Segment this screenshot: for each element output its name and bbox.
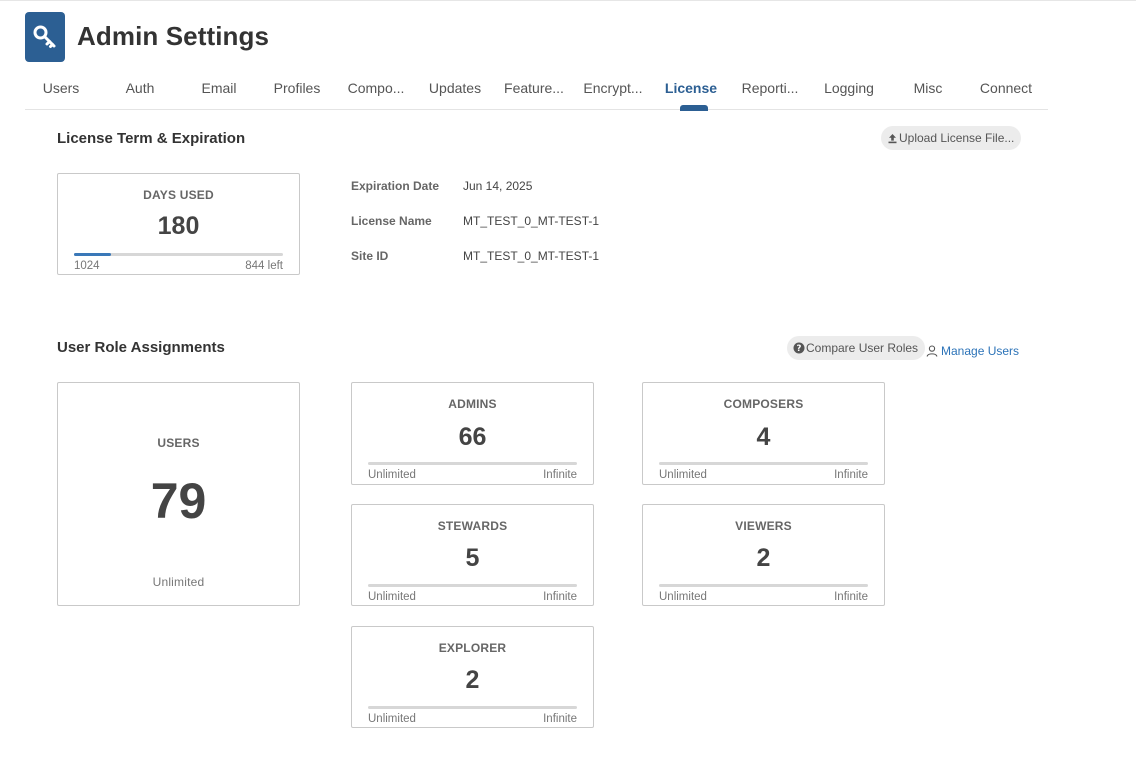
days-used-progress-track bbox=[74, 253, 283, 256]
role-remaining: Infinite bbox=[834, 591, 868, 603]
upload-icon bbox=[888, 133, 897, 143]
role-remaining: Infinite bbox=[834, 469, 868, 481]
role-card-composers: COMPOSERS 4 Unlimited Infinite bbox=[642, 382, 885, 485]
tab-profiles[interactable]: Profiles bbox=[261, 72, 333, 110]
role-card-explorer: EXPLORER 2 Unlimited Infinite bbox=[351, 626, 594, 728]
role-label: ADMINS bbox=[448, 397, 497, 411]
active-tab-indicator bbox=[680, 105, 708, 111]
license-name-value: MT_TEST_0_MT-TEST-1 bbox=[463, 214, 600, 228]
role-count: 66 bbox=[458, 423, 487, 451]
admin-settings-logo bbox=[25, 12, 65, 62]
top-divider bbox=[0, 0, 1136, 1]
compare-user-roles-button[interactable]: ? Compare User Roles bbox=[787, 336, 926, 360]
role-limit: Unlimited bbox=[368, 469, 416, 481]
role-label: VIEWERS bbox=[735, 519, 792, 533]
role-count: 2 bbox=[465, 666, 480, 694]
role-remaining: Infinite bbox=[543, 713, 577, 725]
days-used-progress-fill bbox=[74, 253, 111, 256]
tab-encryption[interactable]: Encrypt... bbox=[577, 72, 649, 110]
role-label: COMPOSERS bbox=[723, 397, 804, 411]
manage-users-label: Manage Users bbox=[941, 344, 1020, 358]
users-label: USERS bbox=[157, 436, 200, 450]
site-id-label: Site ID bbox=[351, 249, 389, 263]
key-icon bbox=[33, 25, 56, 48]
page-title: Admin Settings bbox=[77, 21, 270, 51]
role-limit: Unlimited bbox=[659, 591, 707, 603]
help-icon: ? bbox=[793, 342, 805, 354]
role-limit: Unlimited bbox=[659, 469, 707, 481]
users-value: 79 bbox=[150, 473, 207, 529]
tab-features[interactable]: Feature... bbox=[498, 72, 570, 110]
role-card-stewards: STEWARDS 5 Unlimited Infinite bbox=[351, 504, 594, 606]
expiration-date-value: Jun 14, 2025 bbox=[463, 179, 533, 193]
days-used-value: 180 bbox=[157, 212, 200, 240]
role-limit: Unlimited bbox=[368, 591, 416, 603]
tab-auth[interactable]: Auth bbox=[104, 72, 176, 110]
role-progress-track bbox=[659, 584, 868, 587]
role-card-admins: ADMINS 66 Unlimited Infinite bbox=[351, 382, 594, 485]
site-id-value: MT_TEST_0_MT-TEST-1 bbox=[463, 249, 600, 263]
role-remaining: Infinite bbox=[543, 469, 577, 481]
role-label: STEWARDS bbox=[437, 519, 508, 533]
tab-users[interactable]: Users bbox=[25, 72, 97, 110]
role-limit: Unlimited bbox=[368, 713, 416, 725]
tab-reporting[interactable]: Reporti... bbox=[734, 72, 806, 110]
role-progress-track bbox=[368, 584, 577, 587]
role-card-viewers: VIEWERS 2 Unlimited Infinite bbox=[642, 504, 885, 606]
upload-license-button[interactable]: Upload License File... bbox=[881, 126, 1022, 150]
tab-logging[interactable]: Logging bbox=[813, 72, 885, 110]
tab-updates[interactable]: Updates bbox=[419, 72, 491, 110]
tab-components[interactable]: Compo... bbox=[340, 72, 412, 110]
role-count: 5 bbox=[465, 544, 480, 572]
user-roles-section-title: User Role Assignments bbox=[57, 339, 225, 356]
compare-user-roles-label: Compare User Roles bbox=[806, 341, 919, 355]
user-icon bbox=[926, 345, 938, 357]
expiration-date-label: Expiration Date bbox=[351, 179, 440, 193]
role-count: 4 bbox=[756, 423, 771, 451]
license-total-days: 1024 bbox=[74, 260, 100, 272]
tab-misc[interactable]: Misc bbox=[892, 72, 964, 110]
license-name-label: License Name bbox=[351, 214, 432, 228]
svg-text:?: ? bbox=[797, 344, 802, 354]
role-label: EXPLORER bbox=[438, 641, 507, 655]
days-used-card: DAYS USED 180 1024 844 left bbox=[57, 173, 300, 275]
tab-email[interactable]: Email bbox=[183, 72, 255, 110]
users-total-card: USERS 79 Unlimited bbox=[57, 382, 300, 606]
settings-tab-bar: Users Auth Email Profiles Compo... Updat… bbox=[25, 72, 1048, 111]
users-limit: Unlimited bbox=[152, 575, 205, 589]
license-days-left: 844 left bbox=[245, 260, 283, 272]
tab-connect[interactable]: Connect bbox=[970, 72, 1042, 110]
role-progress-track bbox=[368, 462, 577, 465]
role-progress-track bbox=[659, 462, 868, 465]
days-used-label: DAYS USED bbox=[143, 188, 214, 202]
role-remaining: Infinite bbox=[543, 591, 577, 603]
role-progress-track bbox=[368, 706, 577, 709]
manage-users-link[interactable]: Manage Users bbox=[926, 344, 1019, 358]
license-section-title: License Term & Expiration bbox=[57, 130, 246, 147]
upload-license-label: Upload License File... bbox=[899, 131, 1015, 145]
role-count: 2 bbox=[756, 544, 771, 572]
